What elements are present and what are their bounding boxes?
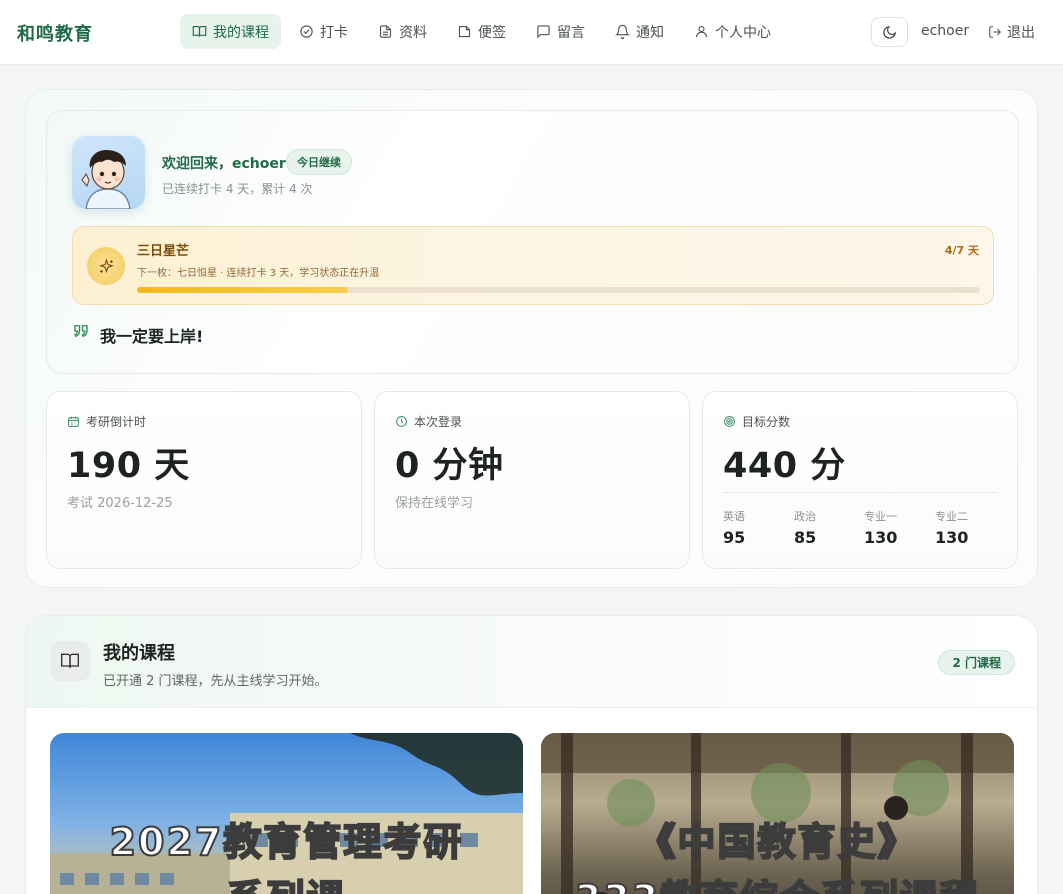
session-value: 0 分钟 — [395, 446, 504, 486]
today-continue-badge: 今日继续 — [286, 149, 352, 175]
subject-score-value: 130 — [864, 528, 898, 547]
avatar-illustration — [81, 150, 131, 209]
subject-score-value: 95 — [723, 528, 746, 547]
stat-label-text: 本次登录 — [414, 415, 463, 429]
stat-label: 目标分数 — [723, 413, 790, 430]
stat-label-text: 目标分数 — [742, 415, 791, 429]
moon-icon — [883, 25, 896, 39]
nav-item-notes[interactable]: 便签 — [445, 14, 518, 49]
divider — [723, 492, 998, 493]
nav-item-label: 通知 — [636, 24, 664, 41]
avatar[interactable] — [72, 136, 145, 209]
course-card-education-management[interactable]: 2027教育管理考研 系列课 — [50, 733, 523, 894]
courses-book-icon — [50, 641, 90, 681]
achievement-progress-track — [137, 287, 980, 293]
courses-subtitle: 已开通 2 门课程，先从主线学习开始。 — [103, 674, 328, 689]
username[interactable]: echoer — [921, 23, 969, 39]
courses-title: 我的课程 — [103, 643, 175, 664]
logout-button[interactable]: 退出 — [988, 22, 1035, 42]
nav-item-materials[interactable]: 资料 — [366, 14, 439, 49]
book-open-icon — [192, 25, 207, 37]
subject-score: 英语 95 — [723, 508, 793, 547]
user-icon — [695, 25, 708, 38]
achievement-next: 下一枚：七日恒星 · 连续打卡 3 天，学习状态正在升温 — [137, 268, 380, 279]
checkin-streak-text: 已连续打卡 4 天，累计 4 次 — [162, 182, 313, 196]
dashboard-hero-card: 欢迎回来，echoer 今日继续 已连续打卡 4 天，累计 4 次 三日星芒 4… — [25, 89, 1038, 588]
top-nav-bar: 和鸣教育 我的课程 打卡 资料 便签 留言 通知 个人中心 echoer 退出 — [0, 0, 1063, 65]
exam-countdown-card: 考研倒计时 190 天 考试 2026-12-25 — [46, 391, 362, 569]
bell-icon — [615, 24, 630, 39]
sticky-note-icon — [458, 25, 471, 38]
nav-item-label: 资料 — [399, 24, 427, 41]
stat-label: 考研倒计时 — [67, 413, 146, 430]
course-cover-title: 《中国教育史》 — [636, 819, 918, 865]
course-card-chinese-education-history[interactable]: 《中国教育史》 333教育综合系列课程 — [541, 733, 1014, 894]
achievement-title: 三日星芒 — [137, 244, 190, 259]
subject-score: 政治 85 — [794, 508, 864, 547]
course-count-badge: 2 门课程 — [938, 650, 1015, 675]
session-time-card: 本次登录 0 分钟 保持在线学习 — [374, 391, 690, 569]
nav-item-label: 留言 — [557, 24, 585, 41]
message-square-icon — [537, 25, 550, 39]
nav-item-label: 个人中心 — [715, 24, 771, 41]
subject-score-value: 130 — [935, 528, 969, 547]
target-value: 440 分 — [723, 446, 846, 486]
logout-icon — [989, 26, 1001, 38]
countdown-value: 190 天 — [67, 446, 190, 486]
nav-item-label: 我的课程 — [213, 24, 269, 41]
course-cover-title: 2027教育管理考研 — [109, 819, 464, 865]
my-courses-section: 我的课程 已开通 2 门课程，先从主线学习开始。 2 门课程 2027教育管理考… — [25, 615, 1038, 894]
logout-label: 退出 — [1007, 25, 1035, 41]
course-cover-subtitle: 333教育综合系列课程 — [541, 868, 1014, 894]
main-nav: 我的课程 打卡 资料 便签 留言 通知 个人中心 — [180, 14, 783, 49]
nav-item-notifications[interactable]: 通知 — [603, 14, 676, 49]
subject-name: 政治 — [794, 510, 816, 523]
subject-name: 专业一 — [864, 510, 897, 523]
subject-score-value: 85 — [794, 528, 817, 547]
target-score-card: 目标分数 440 分 英语 95 政治 85 专业一 130 专业二 130 — [702, 391, 1018, 569]
welcome-panel: 欢迎回来，echoer 今日继续 已连续打卡 4 天，累计 4 次 三日星芒 4… — [46, 110, 1019, 374]
exam-date: 考试 2026-12-25 — [67, 496, 173, 511]
subject-score: 专业一 130 — [864, 508, 934, 547]
session-sub: 保持在线学习 — [395, 496, 474, 511]
subject-score: 专业二 130 — [935, 508, 1005, 547]
motto-text: 我一定要上岸! — [100, 327, 204, 346]
target-icon — [724, 416, 735, 427]
achievement-banner[interactable]: 三日星芒 4/7 天 下一枚：七日恒星 · 连续打卡 3 天，学习状态正在升温 — [72, 226, 994, 305]
subject-name: 英语 — [723, 510, 745, 523]
theme-toggle-button[interactable] — [871, 17, 908, 47]
stat-label: 本次登录 — [395, 413, 462, 430]
brand-logo[interactable]: 和鸣教育 — [17, 20, 93, 46]
sparkles-icon — [87, 247, 125, 285]
subject-name: 专业二 — [935, 510, 968, 523]
achievement-progress-fill — [137, 287, 348, 293]
clock-icon — [396, 416, 407, 427]
achievement-count: 4/7 天 — [944, 244, 979, 257]
check-circle-icon — [300, 25, 313, 38]
welcome-greeting: 欢迎回来，echoer — [162, 156, 286, 172]
stat-label-text: 考研倒计时 — [86, 415, 147, 429]
nav-item-label: 打卡 — [320, 24, 348, 41]
nav-item-profile[interactable]: 个人中心 — [682, 14, 783, 49]
course-cover-subtitle: 系列课 — [50, 868, 523, 894]
nav-item-checkin[interactable]: 打卡 — [287, 14, 360, 49]
calendar-icon — [68, 416, 79, 427]
nav-item-label: 便签 — [478, 24, 506, 41]
courses-header: 我的课程 已开通 2 门课程，先从主线学习开始。 2 门课程 — [26, 616, 1037, 708]
quote-icon — [74, 325, 88, 338]
file-text-icon — [379, 25, 392, 38]
nav-item-my-courses[interactable]: 我的课程 — [180, 14, 281, 49]
nav-item-messages[interactable]: 留言 — [524, 14, 597, 49]
